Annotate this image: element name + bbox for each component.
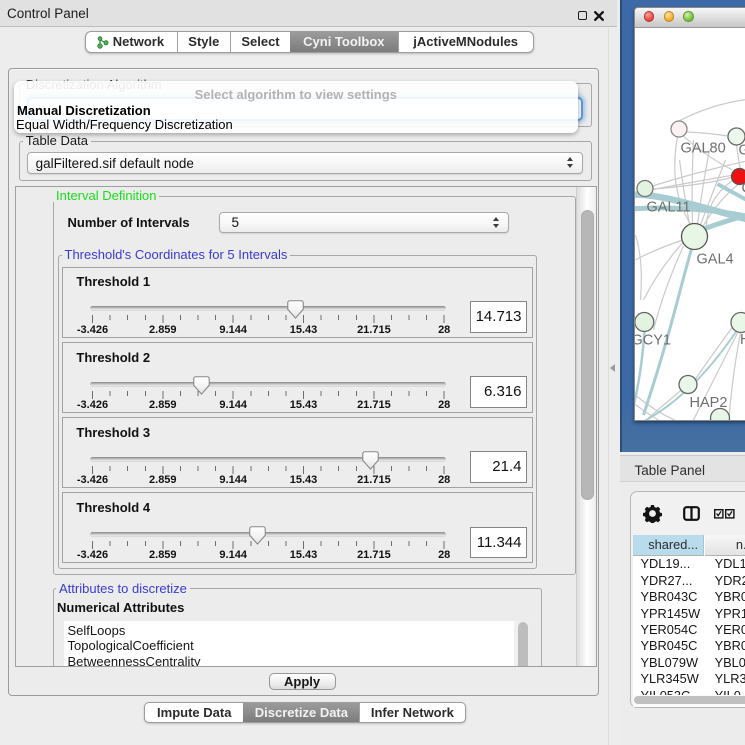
svg-text:GAL80: GAL80 [680, 140, 725, 156]
svg-text:CDC: CDC [741, 180, 745, 196]
svg-text:GCY1: GCY1 [635, 332, 671, 348]
svg-text:HIS: HIS [740, 332, 745, 348]
svg-text:GAL11: GAL11 [646, 199, 690, 215]
svg-text:GAL4: GAL4 [696, 251, 733, 267]
svg-text:HAP2: HAP2 [689, 395, 727, 411]
svg-text:GAL2: GAL2 [738, 142, 745, 158]
